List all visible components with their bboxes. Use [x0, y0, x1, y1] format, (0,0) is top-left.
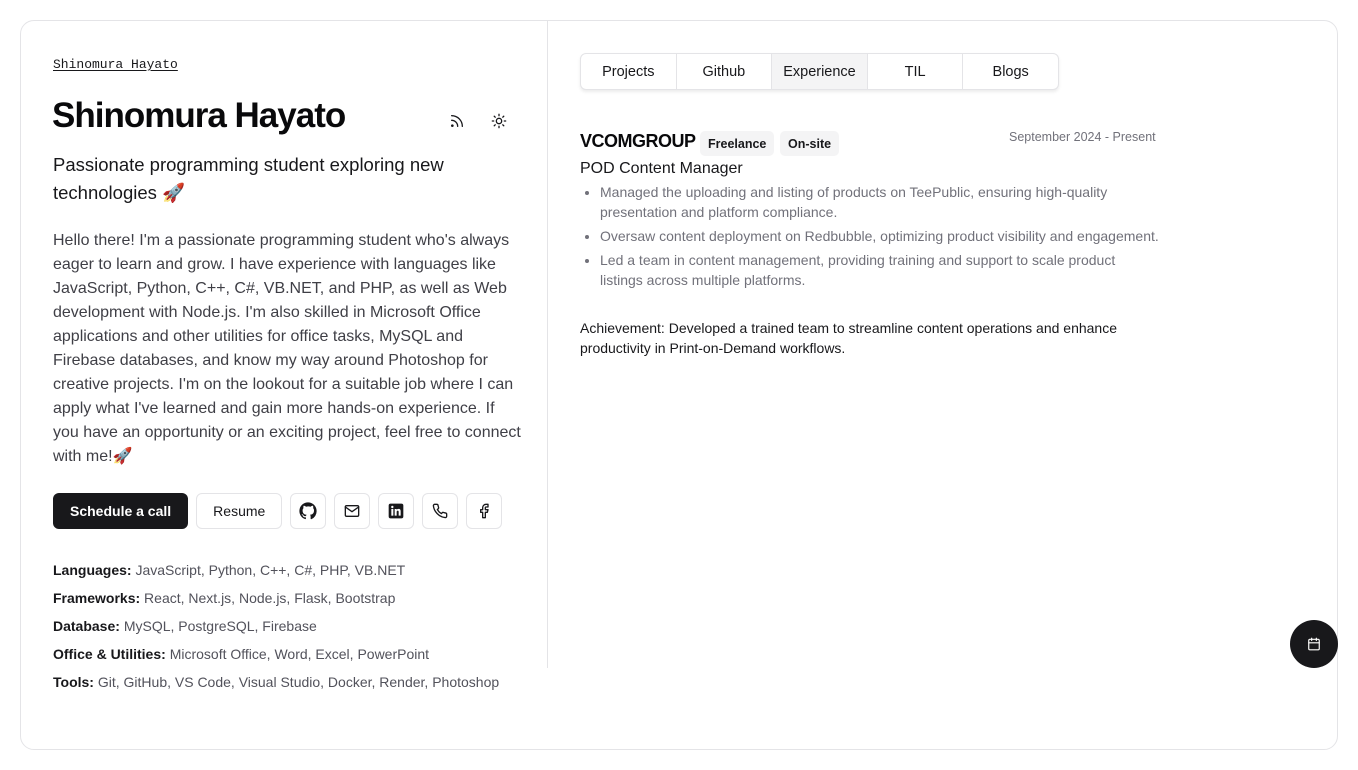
schedule-fab-button[interactable] [1290, 620, 1338, 668]
list-item: Oversaw content deployment on Redbubble,… [600, 226, 1160, 246]
role-title: POD Content Manager [580, 160, 743, 177]
tab-blogs[interactable]: Blogs [963, 54, 1058, 89]
username-link[interactable]: Shinomura Hayato [53, 57, 178, 72]
facebook-button[interactable] [466, 493, 503, 529]
rss-icon [449, 113, 465, 129]
resume-button[interactable]: Resume [196, 493, 283, 529]
company-name: VCOMGROUP [580, 131, 696, 151]
list-item: Managed the uploading and listing of pro… [600, 182, 1160, 222]
responsibilities-list: Managed the uploading and listing of pro… [600, 182, 1160, 294]
tab-experience[interactable]: Experience [772, 54, 868, 89]
schedule-call-button[interactable]: Schedule a call [53, 493, 189, 529]
work-location-badge: On-site [780, 131, 840, 156]
facebook-icon [476, 503, 492, 519]
github-button[interactable] [290, 493, 327, 529]
linkedin-icon [388, 503, 404, 519]
skill-row-languages: Languages: JavaScript, Python, C++, C#, … [53, 562, 406, 578]
phone-icon [432, 503, 448, 519]
tab-github[interactable]: Github [677, 54, 773, 89]
github-icon [299, 502, 317, 520]
tab-projects[interactable]: Projects [581, 54, 677, 89]
employment-type-badge: Freelance [700, 131, 775, 156]
action-bar: Schedule a call Resume [53, 493, 503, 529]
list-item: Led a team in content management, provid… [600, 250, 1160, 290]
calendar-icon [1307, 637, 1321, 651]
page-title: Shinomura Hayato [52, 96, 346, 135]
rss-button[interactable] [445, 109, 469, 133]
skill-row-office: Office & Utilities: Microsoft Office, Wo… [53, 646, 430, 662]
skill-row-database: Database: MySQL, PostgreSQL, Firebase [53, 618, 317, 634]
email-button[interactable] [334, 493, 371, 529]
tab-til[interactable]: TIL [868, 54, 964, 89]
skill-row-frameworks: Frameworks: React, Next.js, Node.js, Fla… [53, 590, 396, 606]
section-tabs: Projects Github Experience TIL Blogs [580, 53, 1059, 90]
mail-icon [344, 503, 360, 519]
column-divider [547, 20, 548, 668]
linkedin-button[interactable] [378, 493, 415, 529]
phone-button[interactable] [422, 493, 459, 529]
theme-toggle-button[interactable] [487, 109, 511, 133]
achievement-text: Achievement: Developed a trained team to… [580, 320, 1118, 356]
sun-icon [491, 113, 507, 129]
experience-date: September 2024 - Present [1009, 130, 1156, 144]
bio-paragraph: Hello there! I'm a passionate programmin… [53, 232, 521, 465]
skills-list: Languages: JavaScript, Python, C++, C#, … [53, 556, 499, 696]
tagline: Passionate programming student exploring… [53, 154, 444, 203]
skill-row-tools: Tools: Git, GitHub, VS Code, Visual Stud… [53, 674, 500, 690]
